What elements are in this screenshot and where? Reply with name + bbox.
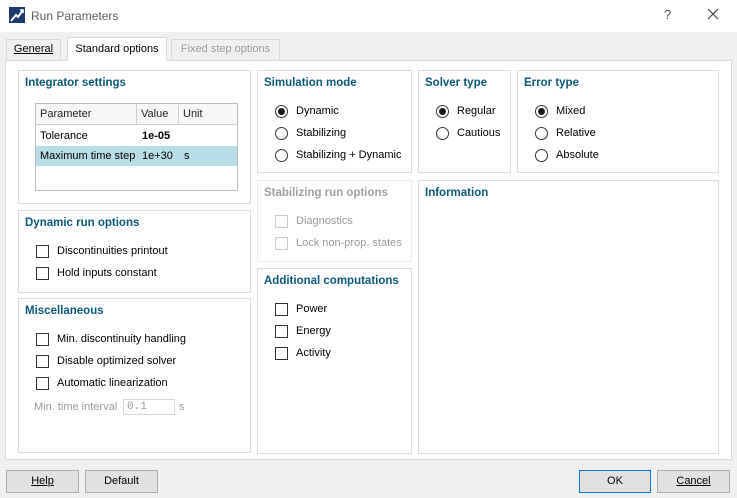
min-time-interval-input: 0.1 [123, 399, 175, 415]
checkbox-label[interactable]: Hold inputs constant [57, 267, 157, 279]
checkbox-box[interactable] [275, 347, 288, 360]
title-bar: Run Parameters ? [0, 0, 737, 32]
column-header-parameter[interactable]: Parameter [36, 104, 137, 124]
table-row[interactable]: Tolerance 1e-05 [36, 126, 237, 146]
radio-circle[interactable] [275, 105, 288, 118]
min-time-interval-label: Min. time interval [34, 401, 118, 413]
radio-circle[interactable] [535, 105, 548, 118]
radio-label[interactable]: Cautious [457, 127, 500, 139]
information-group: Information [418, 180, 719, 454]
checkbox-label: Diagnostics [296, 215, 353, 227]
cancel-button-label: Cancel [676, 475, 711, 487]
cell-value[interactable]: 1e-05 [138, 126, 170, 146]
checkbox-label[interactable]: Disable optimized solver [57, 355, 176, 367]
radio-circle[interactable] [436, 127, 449, 140]
additional-computations-group: Additional computations Power Energy Act… [257, 268, 412, 454]
window-title: Run Parameters [31, 9, 119, 23]
simulation-mode-group: Simulation mode Dynamic Stabilizing Stab… [257, 70, 412, 173]
integrator-table: Parameter Value Unit Tolerance 1e-05 Max… [35, 103, 238, 191]
radio-label[interactable]: Dynamic [296, 105, 339, 117]
checkbox-box [275, 237, 288, 250]
ok-button-label: OK [607, 475, 623, 487]
ok-button[interactable]: OK [579, 470, 651, 493]
dynamic-run-options-title: Dynamic run options [25, 217, 140, 229]
checkbox-box[interactable] [275, 325, 288, 338]
help-button-label: Help [31, 475, 54, 487]
information-title: Information [425, 187, 489, 199]
checkbox-box[interactable] [36, 245, 49, 258]
checkbox-box[interactable] [36, 267, 49, 280]
stabilizing-run-options-group: Stabilizing run options Diagnostics Lock… [257, 180, 412, 262]
stabilizing-run-options-title: Stabilizing run options [264, 187, 388, 199]
table-row[interactable]: Maximum time step 1e+30 s [36, 146, 237, 166]
cell-value[interactable]: 1e+30 [138, 146, 173, 166]
tab-fixed-step-options-label: Fixed step options [180, 43, 271, 55]
integrator-settings-title: Integrator settings [25, 77, 126, 89]
radio-label[interactable]: Stabilizing [296, 127, 346, 139]
cell-parameter: Maximum time step [40, 150, 136, 162]
error-type-group: Error type Mixed Relative Absolute [517, 70, 719, 173]
radio-circle[interactable] [275, 149, 288, 162]
simulation-mode-title: Simulation mode [264, 77, 357, 89]
cancel-button[interactable]: Cancel [657, 470, 730, 493]
additional-computations-title: Additional computations [264, 275, 399, 287]
solver-type-group: Solver type Regular Cautious [418, 70, 511, 173]
run-parameters-icon [9, 7, 25, 23]
tab-general[interactable]: General [6, 39, 61, 60]
miscellaneous-title: Miscellaneous [25, 305, 104, 317]
checkbox-label[interactable]: Automatic linearization [57, 377, 168, 389]
checkbox-box[interactable] [36, 333, 49, 346]
miscellaneous-group: Miscellaneous Min. discontinuity handlin… [18, 298, 251, 453]
radio-label[interactable]: Relative [556, 127, 596, 139]
checkbox-label: Lock non-prop. states [296, 237, 402, 249]
radio-label[interactable]: Stabilizing + Dynamic [296, 149, 401, 161]
tab-standard-options-label: Standard options [75, 43, 159, 55]
checkbox-box [275, 215, 288, 228]
radio-circle[interactable] [436, 105, 449, 118]
checkbox-box[interactable] [36, 377, 49, 390]
tab-standard-options[interactable]: Standard options [67, 37, 167, 61]
help-button[interactable]: Help [6, 470, 79, 493]
solver-type-title: Solver type [425, 77, 487, 89]
standard-options-panel: Integrator settings Parameter Value Unit… [5, 60, 732, 460]
checkbox-label[interactable]: Min. discontinuity handling [57, 333, 186, 345]
radio-label[interactable]: Regular [457, 105, 496, 117]
error-type-title: Error type [524, 77, 579, 89]
checkbox-label[interactable]: Energy [296, 325, 331, 337]
min-time-interval-unit: s [179, 401, 185, 413]
cell-unit: s [184, 150, 190, 162]
checkbox-box[interactable] [36, 355, 49, 368]
radio-label[interactable]: Absolute [556, 149, 599, 161]
checkbox-box[interactable] [275, 303, 288, 316]
table-header: Parameter Value Unit [36, 104, 237, 125]
radio-circle[interactable] [535, 127, 548, 140]
dynamic-run-options-group: Dynamic run options Discontinuities prin… [18, 210, 251, 293]
column-header-value[interactable]: Value [137, 104, 179, 124]
cell-parameter: Tolerance [40, 130, 88, 142]
radio-circle[interactable] [275, 127, 288, 140]
context-help-button[interactable]: ? [664, 7, 671, 22]
tab-fixed-step-options: Fixed step options [171, 39, 280, 60]
default-button[interactable]: Default [85, 470, 158, 493]
close-icon[interactable] [706, 7, 720, 21]
integrator-settings-group: Integrator settings Parameter Value Unit… [18, 70, 251, 204]
checkbox-label[interactable]: Activity [296, 347, 331, 359]
default-button-label: Default [104, 475, 139, 487]
checkbox-label[interactable]: Power [296, 303, 327, 315]
checkbox-label[interactable]: Discontinuities printout [57, 245, 168, 257]
radio-circle[interactable] [535, 149, 548, 162]
column-header-unit[interactable]: Unit [179, 104, 237, 124]
tab-general-label: General [13, 43, 54, 55]
radio-label[interactable]: Mixed [556, 105, 585, 117]
